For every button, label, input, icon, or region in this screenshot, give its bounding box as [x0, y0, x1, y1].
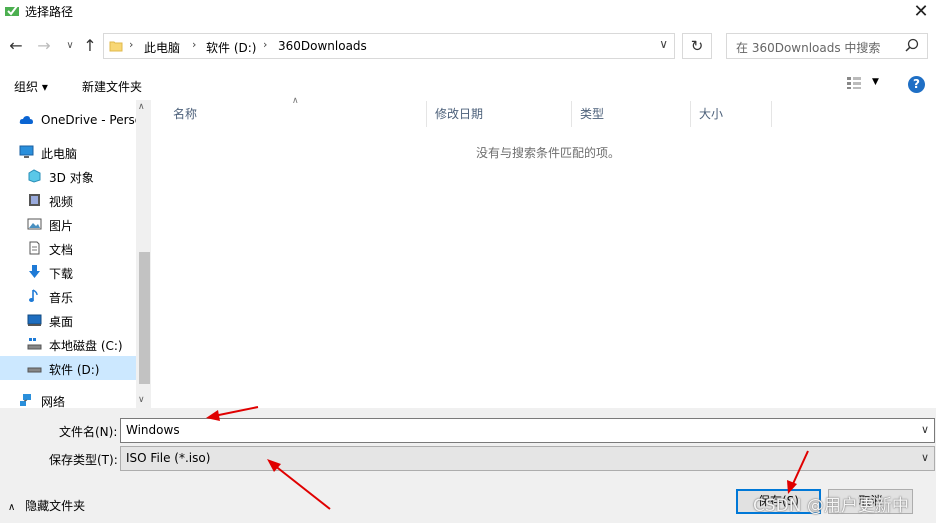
folder-icon — [109, 41, 123, 52]
nav-item-3d-objects[interactable]: 3D 对象 — [0, 164, 136, 188]
watermark: CSDN @用户更新中 — [753, 496, 909, 516]
filetype-label: 保存类型(T): — [49, 453, 118, 467]
hide-folders-button[interactable]: ∧ 隐藏文件夹 — [8, 497, 85, 514]
toolbar: 组织 ▾ 新建文件夹 — [0, 70, 936, 100]
new-folder-button[interactable]: 新建文件夹 — [82, 78, 142, 95]
organize-button[interactable]: 组织 ▾ — [14, 78, 48, 95]
refresh-icon: ↻ — [690, 37, 704, 55]
refresh-button[interactable]: ↻ — [682, 33, 712, 59]
recent-locations-button[interactable]: ∨ — [60, 36, 80, 56]
music-icon — [29, 289, 38, 302]
chevron-down-icon: ∨ — [920, 451, 929, 464]
filename-value: Windows — [126, 423, 180, 437]
search-placeholder: 在 360Downloads 中搜索 — [736, 41, 881, 55]
drive-icon — [27, 367, 42, 373]
filetype-value: ISO File (*.iso) — [126, 451, 211, 465]
chevron-right-icon: › — [129, 38, 134, 51]
chevron-down-icon: ∨ — [66, 40, 74, 51]
help-button[interactable]: ? — [908, 76, 925, 93]
search-icon — [905, 38, 919, 52]
nav-item-downloads[interactable]: 下载 — [0, 260, 136, 284]
column-date-modified[interactable]: 修改日期 — [427, 101, 572, 127]
nav-item-network[interactable]: 网络 — [0, 388, 136, 408]
forward-button[interactable]: → — [34, 36, 54, 56]
drive-icon — [27, 338, 42, 350]
filename-label: 文件名(N): — [59, 425, 118, 439]
breadcrumb-360downloads[interactable]: 360Downloads — [278, 39, 367, 53]
desktop-icon — [27, 314, 42, 326]
up-button[interactable]: ↑ — [80, 36, 100, 56]
document-icon — [29, 241, 40, 255]
cloud-icon — [19, 116, 33, 124]
column-size[interactable]: 大小 — [691, 101, 772, 127]
view-options-icon[interactable] — [846, 76, 862, 90]
nav-item-drive-d[interactable]: 软件 (D:) — [0, 356, 136, 380]
column-name[interactable]: 名称 — [165, 101, 427, 127]
nav-item-videos[interactable]: 视频 — [0, 188, 136, 212]
search-input[interactable]: 在 360Downloads 中搜索 — [726, 33, 928, 59]
cube-icon — [28, 169, 41, 183]
filetype-select[interactable]: ISO File (*.iso) ∨ — [120, 446, 935, 471]
address-bar[interactable]: › 此电脑 › 软件 (D:) › 360Downloads ∨ — [103, 33, 675, 59]
empty-message: 没有与搜索条件匹配的项。 — [476, 146, 621, 160]
nav-item-music[interactable]: 音乐 — [0, 284, 136, 308]
network-icon — [20, 394, 31, 406]
computer-icon — [19, 145, 34, 158]
nav-item-this-pc[interactable]: 此电脑 — [0, 140, 136, 164]
arrow-left-icon: ← — [9, 36, 23, 55]
nav-item-local-disk-c[interactable]: 本地磁盘 (C:) — [0, 332, 136, 356]
nav-item-documents[interactable]: 文档 — [0, 236, 136, 260]
arrow-right-icon: → — [37, 36, 51, 55]
arrow-up-icon: ↑ — [83, 36, 97, 55]
chevron-down-icon[interactable]: ∨ — [659, 37, 668, 51]
breadcrumb-this-pc[interactable]: 此电脑 — [144, 39, 180, 56]
nav-item-desktop[interactable]: 桌面 — [0, 308, 136, 332]
filename-input[interactable]: Windows ∨ — [120, 418, 935, 443]
video-icon — [29, 194, 40, 206]
picture-icon — [27, 218, 42, 230]
back-button[interactable]: ← — [6, 36, 26, 56]
close-icon: ✕ — [913, 1, 929, 22]
column-type[interactable]: 类型 — [572, 101, 691, 127]
window-title: 选择路径 — [25, 5, 74, 19]
chevron-right-icon: › — [263, 38, 268, 51]
chevron-up-icon: ∧ — [8, 502, 16, 513]
title-bar — [0, 0, 936, 26]
nav-item-pictures[interactable]: 图片 — [0, 212, 136, 236]
view-dropdown-icon[interactable]: ▼ — [872, 77, 879, 87]
scroll-up-icon[interactable]: ∧ — [138, 102, 145, 112]
breadcrumb-drive-d[interactable]: 软件 (D:) — [206, 39, 256, 56]
nav-item-onedrive[interactable]: OneDrive - Perso — [0, 108, 142, 132]
chevron-right-icon: › — [192, 38, 197, 51]
scrollbar-thumb[interactable] — [139, 252, 150, 384]
app-icon — [5, 5, 19, 16]
navigation-pane: OneDrive - Perso 此电脑 3D 对象 视频 图片 文档 下载 音… — [0, 100, 151, 408]
download-icon — [29, 265, 40, 278]
chevron-down-icon[interactable]: ∨ — [921, 423, 929, 436]
close-button[interactable]: ✕ — [906, 0, 936, 24]
scroll-down-icon[interactable]: ∨ — [138, 395, 145, 405]
